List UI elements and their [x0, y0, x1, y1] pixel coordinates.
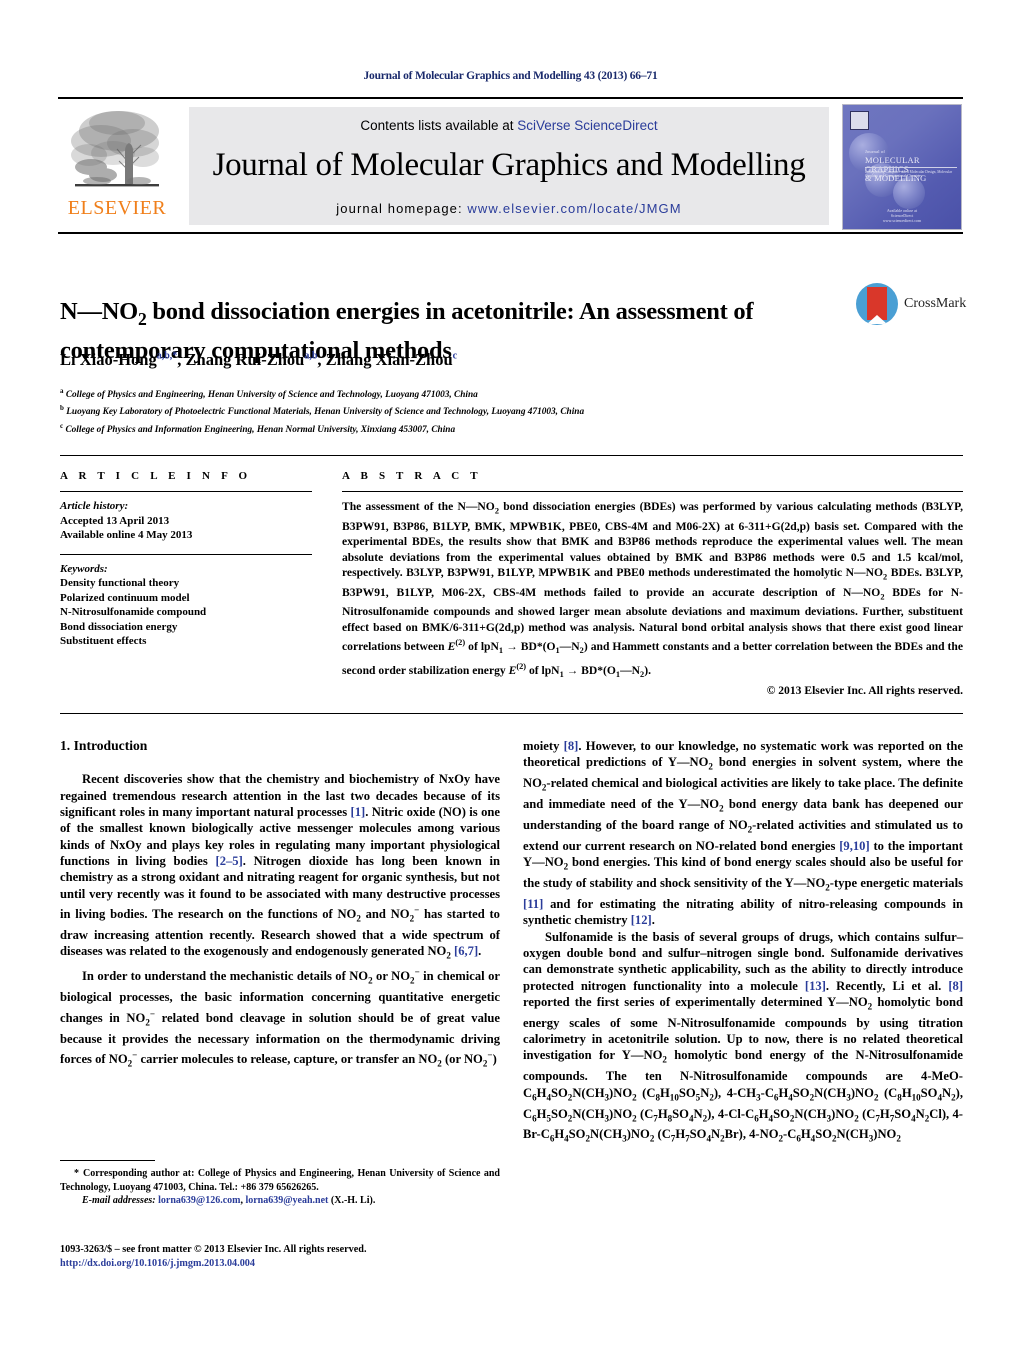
article-history-1: Available online 4 May 2013	[60, 529, 193, 541]
article-info-heading: A R T I C L E I N F O	[60, 470, 252, 482]
paragraph-intro-3: moiety [8]. However, to our knowledge, n…	[523, 739, 964, 928]
journal-banner: Contents lists available at SciVerse Sci…	[189, 107, 829, 225]
abstract-text: The assessment of the N—NO2 bond dissoci…	[342, 500, 963, 679]
footnote-email-2[interactable]: lorna639@yeah.net	[245, 1195, 328, 1206]
keyword-0: Density functional theory	[60, 577, 180, 589]
crossmark-icon	[856, 283, 898, 325]
article-history-label: Article history:	[60, 500, 129, 512]
footnote-corresponding-text: Corresponding author at: College of Phys…	[60, 1168, 500, 1193]
affiliation-text-1: Luoyang Key Laboratory of Photoelectric …	[66, 407, 585, 418]
affiliation-text-2: College of Physics and Information Engin…	[65, 424, 456, 435]
abstract-copyright: © 2013 Elsevier Inc. All rights reserved…	[766, 684, 963, 698]
author-marks-2: c	[452, 350, 458, 362]
elsevier-wordmark: ELSEVIER	[67, 197, 167, 219]
contents-lead: Contents lists available at	[360, 118, 518, 133]
citation-1[interactable]: [1]	[351, 805, 366, 819]
paragraph-intro-4: Sulfonamide is the basis of several grou…	[523, 929, 964, 1144]
affiliation-text-0: College of Physics and Engineering, Hena…	[65, 390, 478, 401]
keywords-rule	[60, 553, 312, 555]
abstract-block: A B S T R A C T The assessment of the N—…	[342, 470, 963, 697]
crossmark-label: CrossMark	[904, 296, 967, 311]
homepage-label: journal homepage:	[336, 201, 468, 216]
affiliation-0: a College of Physics and Engineering, He…	[60, 385, 860, 402]
author-list: Li Xiao-Honga,b,*, Zhang Rui-Zhoua,b, Zh…	[60, 350, 458, 369]
footnote-email-1[interactable]: lorna639@126.com	[158, 1195, 240, 1206]
article-info-block: A R T I C L E I N F O Article history: A…	[60, 470, 312, 649]
keyword-2: N-Nitrosulfonamide compound	[60, 606, 207, 618]
affiliation-mark-0: a	[60, 387, 64, 395]
author-marks-1: a,b	[304, 350, 318, 362]
footnote-corresponding-line: * Corresponding author at: College of Phy…	[60, 1167, 500, 1194]
author-marks-0: a,b,*	[156, 350, 178, 362]
abstract-rule	[342, 491, 963, 492]
cover-footer-line3: www.sciencedirect.com	[882, 218, 922, 223]
author-name-0: Li Xiao-Hong	[60, 350, 157, 369]
affiliation-mark-1: b	[60, 404, 64, 413]
affiliation-mark-2: c	[60, 421, 64, 430]
article-history-0: Accepted 13 April 2013	[60, 514, 170, 527]
contents-line: Contents lists available at SciVerse Sci…	[189, 107, 829, 133]
doi-link[interactable]: http://dx.doi.org/10.1016/j.jmgm.2013.04…	[60, 1258, 255, 1269]
footnote-email-suffix: (X.-H. Li).	[330, 1195, 376, 1207]
issn-line: 1093-3263/$ – see front matter © 2013 El…	[60, 1244, 367, 1255]
section-heading-introduction: 1. Introduction	[60, 738, 148, 753]
citation-9-10[interactable]: [9,10]	[839, 839, 869, 853]
body-column-right: moiety [8]. However, to our knowledge, n…	[523, 738, 963, 1147]
citation-11[interactable]: [11]	[523, 897, 543, 911]
article-info-rule	[60, 491, 312, 492]
paragraph-intro-2: In order to understand the mechanistic d…	[60, 967, 500, 1069]
elsevier-logo: ELSEVIER	[58, 105, 176, 227]
footnote-email-line: E-mail addresses: lorna639@126.com, lorn…	[82, 1195, 376, 1207]
citation-13[interactable]: [13]	[805, 979, 826, 993]
journal-homepage-line: journal homepage: www.elsevier.com/locat…	[189, 184, 829, 216]
crossmark-notch-shape	[867, 315, 887, 324]
keyword-3: Bond dissociation energy	[60, 620, 178, 633]
keyword-1: Polarized continuum model	[60, 591, 190, 604]
info-band-bottom-rule	[60, 713, 963, 714]
cover-publisher-icon	[850, 111, 869, 130]
affiliation-2: c College of Physics and Information Eng…	[60, 420, 860, 437]
sciencedirect-link[interactable]: SciVerse ScienceDirect	[517, 118, 657, 133]
citation-2-5[interactable]: [2–5]	[216, 854, 243, 868]
footnote-rule	[60, 1160, 155, 1161]
elsevier-tree-icon	[71, 111, 159, 187]
info-band-top-rule	[60, 455, 963, 456]
cover-footer: Available online at ScienceDirect www.sc…	[843, 208, 961, 223]
keywords-label: Keywords:	[60, 562, 108, 575]
abstract-heading: A B S T R A C T	[342, 470, 482, 482]
affiliation-1: b Luoyang Key Laboratory of Photoelectri…	[60, 402, 860, 419]
journal-title: Journal of Molecular Graphics and Modell…	[212, 147, 806, 183]
running-head: Journal of Molecular Graphics and Modell…	[363, 70, 658, 82]
author-name-1: Zhang Rui-Zhou	[185, 350, 305, 369]
footnote-asterisk: *	[74, 1168, 79, 1179]
citation-6-7[interactable]: [6,7]	[454, 944, 478, 958]
citation-12[interactable]: [12]	[631, 913, 652, 927]
journal-homepage-link[interactable]: www.elsevier.com/locate/JMGM	[467, 201, 681, 216]
imprint-block: 1093-3263/$ – see front matter © 2013 El…	[60, 1243, 540, 1271]
footnote-email-label: E-mail addresses:	[82, 1195, 156, 1207]
affiliation-list: a College of Physics and Engineering, He…	[60, 385, 860, 437]
body-column-left: 1. Introduction Recent discoveries show …	[60, 738, 500, 1072]
cover-subtitle: Incorporating Computer-aided Molecular D…	[865, 167, 957, 178]
crossmark-badge[interactable]: CrossMark	[856, 283, 967, 331]
paper-page: Journal of Molecular Graphics and Modell…	[0, 0, 1021, 1351]
citation-8b[interactable]: [8]	[948, 979, 963, 993]
paragraph-intro-1: Recent discoveries show that the chemist…	[60, 772, 500, 961]
journal-cover-image: Journal of MOLECULAR GRAPHICS & MODELLIN…	[842, 104, 962, 230]
keyword-4: Substituent effects	[60, 635, 147, 647]
citation-8a[interactable]: [8]	[564, 739, 579, 753]
author-name-2: Zhang Xian-Zhou	[325, 350, 453, 369]
corresponding-author-footnote: * Corresponding author at: College of Phy…	[60, 1160, 500, 1208]
journal-masthead: ELSEVIER Contents lists available at Sci…	[58, 97, 963, 234]
